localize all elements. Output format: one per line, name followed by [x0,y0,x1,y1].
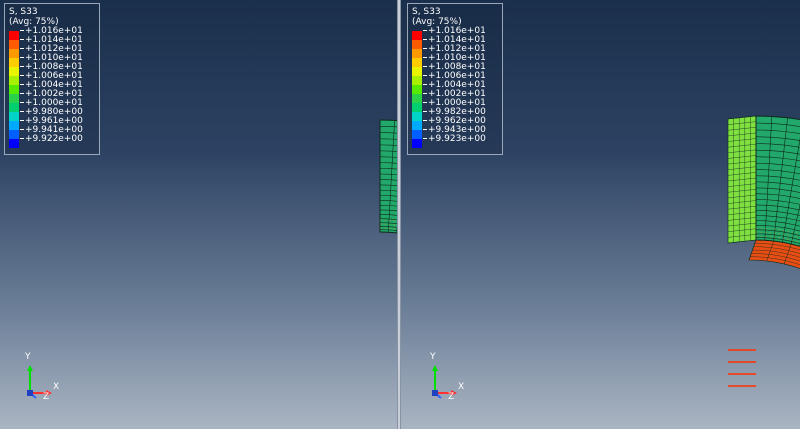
legend-swatch [412,139,422,148]
legend-swatch [9,94,19,103]
legend-swatch [412,130,422,139]
legend-scale: +1.016e+01 +1.014e+01 +1.012e+01 +1.010e… [9,26,99,148]
viewport-right[interactable]: S, S33 (Avg: 75%) +1.016e+01 +1.014e+01 … [401,0,800,429]
axis-y-label: Y [25,352,31,362]
legend-swatch [9,31,19,40]
legend-swatch [9,103,19,112]
axis-triad-icon: Y X Z [425,352,475,405]
legend-swatch [412,76,422,85]
legend-title: S, S33 [9,7,38,17]
legend-right[interactable]: S, S33 (Avg: 75%) +1.016e+01 +1.014e+01 … [407,3,503,155]
viewport-left[interactable]: S, S33 (Avg: 75%) +1.016e+01 +1.014e+01 … [0,0,397,429]
legend-swatch [9,76,19,85]
legend-swatch [412,112,422,121]
legend-swatch [9,121,19,130]
legend-row: +9.922e+00 [9,134,99,148]
axis-triad-icon: Y X Z [20,352,70,405]
abaqus-viewer: S, S33 (Avg: 75%) +1.016e+01 +1.014e+01 … [0,0,800,429]
legend-swatch [9,85,19,94]
axis-x-label: X [458,382,465,392]
legend-title: S, S33 [412,7,441,17]
legend-swatch [9,49,19,58]
legend-scale: +1.016e+01 +1.014e+01 +1.012e+01 +1.010e… [412,26,502,148]
axis-z-label: Z [43,392,50,402]
legend-swatch [412,31,422,40]
axis-y-label: Y [430,352,436,362]
axis-x-label: X [53,382,60,392]
legend-swatch [412,85,422,94]
legend-swatch [412,49,422,58]
legend-row: +9.923e+00 [412,134,502,148]
axis-z-label: Z [448,392,455,402]
legend-swatch [412,103,422,112]
legend-swatch [9,130,19,139]
legend-swatch [412,40,422,49]
legend-swatch [9,67,19,76]
legend-swatch [9,112,19,121]
legend-swatch [9,58,19,67]
legend-label: +9.922e+00 [25,134,83,144]
legend-swatch [412,94,422,103]
legend-left[interactable]: S, S33 (Avg: 75%) +1.016e+01 +1.014e+01 … [4,3,100,155]
legend-swatch [412,67,422,76]
legend-swatch [412,58,422,67]
legend-swatch [9,40,19,49]
legend-swatch [9,139,19,148]
legend-swatch [412,121,422,130]
legend-label: +9.923e+00 [428,134,486,144]
